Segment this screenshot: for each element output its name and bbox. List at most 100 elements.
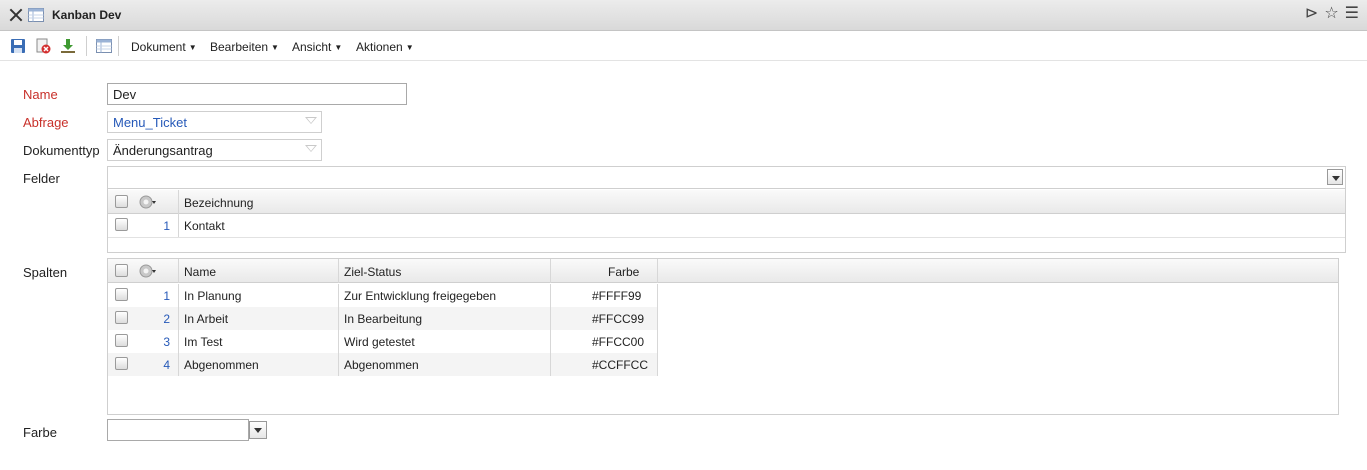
close-icon[interactable] xyxy=(8,7,24,23)
row-ziel-status: Zur Entwicklung freigegeben xyxy=(344,289,497,303)
menu-aktionen[interactable]: Aktionen ▼ xyxy=(356,40,414,54)
caret-down-icon: ▼ xyxy=(334,43,343,52)
row-number: 4 xyxy=(163,358,170,372)
row-name: In Planung xyxy=(184,289,242,303)
column-divider xyxy=(550,307,551,330)
column-divider xyxy=(657,353,658,376)
save-icon[interactable] xyxy=(10,38,26,54)
row-farbe: #FFFF99 xyxy=(592,289,642,303)
spalten-grid-header: Name Ziel-Status Farbe xyxy=(108,259,1338,283)
column-divider xyxy=(338,284,339,307)
dokumenttyp-label: Dokumenttyp xyxy=(23,143,100,158)
row-number: 3 xyxy=(163,335,170,349)
row-number: 2 xyxy=(163,312,170,326)
delete-document-icon[interactable] xyxy=(35,38,51,54)
row-farbe: #FFCC99 xyxy=(592,312,645,326)
row-farbe: #FFCC00 xyxy=(592,335,645,349)
column-divider xyxy=(657,284,658,307)
column-divider xyxy=(178,190,179,214)
column-divider xyxy=(550,330,551,353)
dokumenttyp-select[interactable]: Änderungsantrag xyxy=(107,139,322,161)
column-divider xyxy=(550,353,551,376)
table-row[interactable]: 3 Im Test Wird getestet #FFCC00 xyxy=(108,330,658,353)
table-row[interactable]: 1 In Planung Zur Entwicklung freigegeben… xyxy=(108,284,658,307)
spalten-label: Spalten xyxy=(23,265,68,280)
table-view-icon[interactable] xyxy=(96,38,112,54)
window-title: Kanban Dev xyxy=(52,8,122,22)
download-icon[interactable] xyxy=(60,38,76,54)
abfrage-select[interactable]: Menu_Ticket xyxy=(107,111,322,133)
felder-dropdown-button[interactable] xyxy=(1327,169,1343,185)
menu-bearbeiten[interactable]: Bearbeiten ▼ xyxy=(210,40,279,54)
row-checkbox[interactable] xyxy=(115,311,128,324)
chevron-down-icon xyxy=(305,145,317,152)
row-checkbox[interactable] xyxy=(115,288,128,301)
spalten-panel: Name Ziel-Status Farbe 1 In Planung Zur … xyxy=(107,258,1339,415)
row-name: Abgenommen xyxy=(184,358,259,372)
felder-label: Felder xyxy=(23,171,60,186)
abfrage-label: Abfrage xyxy=(23,115,69,130)
row-ziel-status: Abgenommen xyxy=(344,358,419,372)
column-divider xyxy=(657,307,658,330)
column-divider xyxy=(178,353,179,376)
felder-col-bezeichnung[interactable]: Bezeichnung xyxy=(184,196,253,210)
gear-icon[interactable] xyxy=(138,262,156,280)
toolbar-separator xyxy=(118,36,119,56)
menu-ansicht[interactable]: Ansicht ▼ xyxy=(292,40,342,54)
row-name: Im Test xyxy=(184,335,223,349)
row-number: 1 xyxy=(163,219,170,233)
chevron-down-icon xyxy=(305,117,317,124)
menu-dokument[interactable]: Dokument ▼ xyxy=(131,40,197,54)
pin-icon[interactable]: ⊳ xyxy=(1305,5,1318,23)
row-checkbox[interactable] xyxy=(115,218,128,231)
column-divider xyxy=(338,259,339,283)
window-titlebar: Kanban Dev ⊳ ☆ ☰ xyxy=(0,0,1367,31)
table-row[interactable]: 4 Abgenommen Abgenommen #CCFFCC xyxy=(108,353,658,376)
column-divider xyxy=(178,284,179,307)
row-number: 1 xyxy=(163,289,170,303)
row-bezeichnung: Kontakt xyxy=(184,219,225,233)
divider xyxy=(108,237,1345,238)
felder-select-all-checkbox[interactable] xyxy=(115,195,128,208)
column-divider xyxy=(550,284,551,307)
column-divider xyxy=(657,330,658,353)
column-divider xyxy=(657,259,658,283)
row-name: In Arbeit xyxy=(184,312,229,326)
toolbar-separator xyxy=(86,36,87,56)
farbe-dropdown-button[interactable] xyxy=(249,421,267,439)
spalten-select-all-checkbox[interactable] xyxy=(115,264,128,277)
column-divider xyxy=(178,259,179,283)
row-farbe: #CCFFCC xyxy=(592,358,648,372)
caret-down-icon: ▼ xyxy=(271,43,279,52)
menu-icon[interactable]: ☰ xyxy=(1345,5,1359,23)
name-input[interactable]: Dev xyxy=(107,83,407,105)
gear-icon[interactable] xyxy=(138,193,156,211)
table-row[interactable]: 2 In Arbeit In Bearbeitung #FFCC99 xyxy=(108,307,658,330)
spalten-col-farbe[interactable]: Farbe xyxy=(608,265,639,279)
column-divider xyxy=(178,214,179,237)
row-ziel-status: In Bearbeitung xyxy=(344,312,423,326)
felder-grid-header: Bezeichnung xyxy=(108,190,1345,214)
document-table-icon xyxy=(28,8,44,22)
felder-panel: Bezeichnung 1 Kontakt xyxy=(107,166,1346,253)
caret-down-icon: ▼ xyxy=(188,43,197,52)
spalten-col-name[interactable]: Name xyxy=(184,265,216,279)
name-label: Name xyxy=(23,87,58,102)
column-divider xyxy=(338,307,339,330)
caret-down-icon: ▼ xyxy=(405,43,414,52)
row-checkbox[interactable] xyxy=(115,357,128,370)
column-divider xyxy=(178,307,179,330)
row-ziel-status: Wird getestet xyxy=(344,335,415,349)
column-divider xyxy=(338,353,339,376)
row-checkbox[interactable] xyxy=(115,334,128,347)
spalten-col-ziel-status[interactable]: Ziel-Status xyxy=(344,265,401,279)
farbe-label: Farbe xyxy=(23,425,57,440)
table-row[interactable]: 1 Kontakt xyxy=(108,214,1345,237)
felder-add-field[interactable] xyxy=(108,167,1345,189)
abfrage-value: Menu_Ticket xyxy=(113,115,187,130)
column-divider xyxy=(338,330,339,353)
star-icon[interactable]: ☆ xyxy=(1324,5,1338,23)
toolbar: Dokument ▼ Bearbeiten ▼ Ansicht ▼ Aktionen ▼ xyxy=(0,31,1367,61)
column-divider xyxy=(550,259,551,283)
farbe-select[interactable] xyxy=(107,419,249,441)
